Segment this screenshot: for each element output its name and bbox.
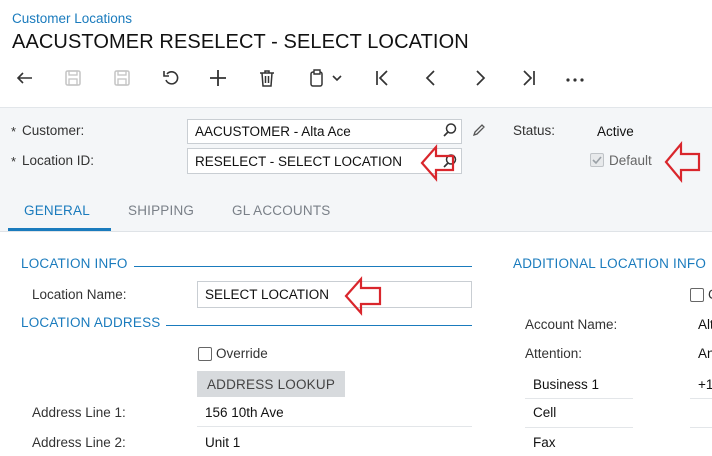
status-value: Active <box>597 124 634 139</box>
default-checkbox[interactable] <box>590 153 604 167</box>
required-mark: * <box>11 154 17 169</box>
additional-checkbox[interactable] <box>690 288 704 302</box>
additional-checkbox-label: C <box>708 287 712 302</box>
location-name-value: SELECT LOCATION <box>205 287 330 302</box>
location-info-title: LOCATION INFO <box>21 256 134 271</box>
location-name-field[interactable]: SELECT LOCATION <box>197 281 472 308</box>
previous-record-icon[interactable] <box>417 64 445 92</box>
field-underline <box>690 427 712 428</box>
account-name-value[interactable]: Alt <box>698 317 712 332</box>
required-mark: * <box>11 124 17 139</box>
override-label: Override <box>216 346 268 361</box>
add-icon[interactable] <box>204 64 232 92</box>
edit-pencil-icon[interactable] <box>471 122 487 143</box>
location-name-label: Location Name: <box>32 287 127 302</box>
next-record-icon[interactable] <box>466 64 494 92</box>
phone-type-cell[interactable]: Cell <box>533 405 556 420</box>
address-line1-value[interactable]: 156 10th Ave <box>205 405 284 420</box>
location-id-value: RESELECT - SELECT LOCATION <box>195 153 403 169</box>
undo-arrow-icon[interactable] <box>11 64 39 92</box>
attention-value[interactable]: An <box>698 346 712 361</box>
field-underline <box>525 427 633 428</box>
additional-location-info-title: ADDITIONAL LOCATION INFO <box>513 256 712 271</box>
status-label: Status: <box>513 123 556 138</box>
phone-value-business1[interactable]: +1 <box>698 377 712 392</box>
override-checkbox[interactable] <box>198 347 212 361</box>
page-title: AACUSTOMER RESELECT - SELECT LOCATION <box>12 31 469 53</box>
account-name-label: Account Name: <box>525 317 618 332</box>
annotation-arrow-icon <box>343 275 383 322</box>
phone-type-business1[interactable]: Business 1 <box>533 377 599 392</box>
breadcrumb[interactable]: Customer Locations <box>12 11 132 26</box>
field-underline <box>690 398 712 399</box>
default-label: Default <box>609 153 652 168</box>
active-tab-indicator <box>8 228 111 231</box>
address-line2-value[interactable]: Unit 1 <box>205 435 240 450</box>
first-record-icon[interactable] <box>368 64 396 92</box>
field-underline <box>525 398 633 399</box>
cancel-icon[interactable] <box>157 64 185 92</box>
tab-gl-accounts[interactable]: GL ACCOUNTS <box>232 203 330 218</box>
annotation-arrow-icon <box>420 143 456 188</box>
phone-type-fax[interactable]: Fax <box>533 435 556 450</box>
annotation-arrow-icon <box>664 140 702 189</box>
search-icon[interactable] <box>442 122 458 143</box>
location-address-title: LOCATION ADDRESS <box>21 315 167 330</box>
tabs-bar <box>0 186 712 232</box>
tab-general[interactable]: GENERAL <box>24 203 90 218</box>
save-close-icon[interactable] <box>59 64 87 92</box>
delete-icon[interactable] <box>253 64 281 92</box>
customer-field[interactable]: AACUSTOMER - Alta Ace <box>187 119 462 144</box>
tab-shipping[interactable]: SHIPPING <box>128 203 194 218</box>
chevron-down-icon[interactable] <box>327 64 347 92</box>
customer-value: AACUSTOMER - Alta Ace <box>195 124 351 139</box>
attention-label: Attention: <box>525 346 583 361</box>
location-id-label: Location ID: <box>22 153 95 168</box>
address-line2-label: Address Line 2: <box>32 435 126 450</box>
field-underline <box>197 426 472 427</box>
copy-paste-icon[interactable] <box>302 64 330 92</box>
address-line1-label: Address Line 1: <box>32 405 126 420</box>
more-icon[interactable] <box>561 64 589 92</box>
customer-label: Customer: <box>22 123 85 138</box>
address-lookup-button[interactable]: ADDRESS LOOKUP <box>197 371 345 397</box>
save-icon[interactable] <box>108 64 136 92</box>
last-record-icon[interactable] <box>515 64 543 92</box>
